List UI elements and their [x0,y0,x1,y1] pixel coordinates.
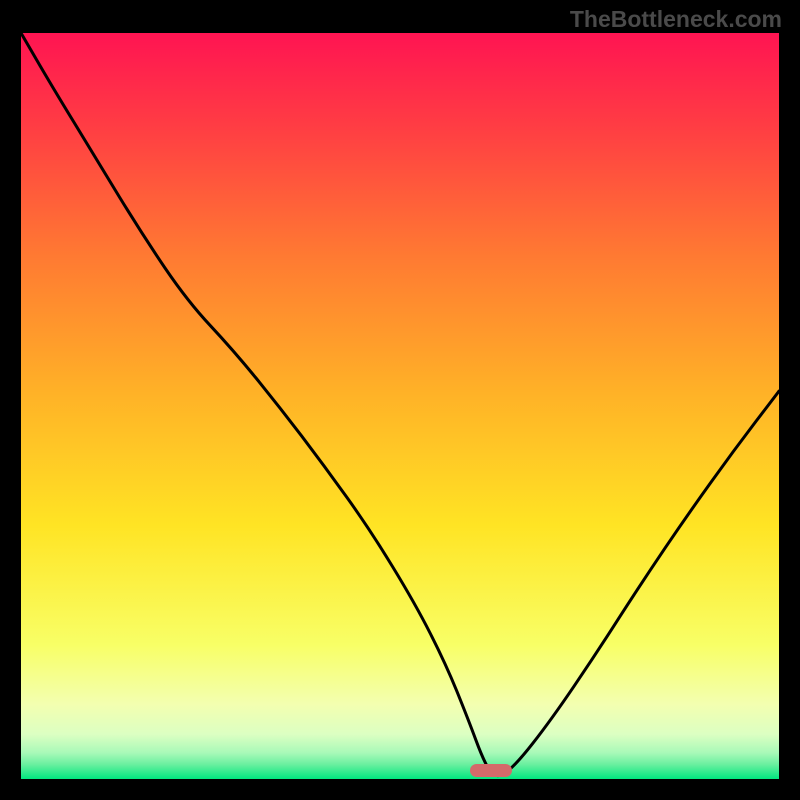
optimal-range-marker [470,764,512,777]
background-gradient [21,33,779,779]
plot-area [21,33,779,779]
chart-container: TheBottleneck.com [0,0,800,800]
watermark-text: TheBottleneck.com [570,6,782,33]
